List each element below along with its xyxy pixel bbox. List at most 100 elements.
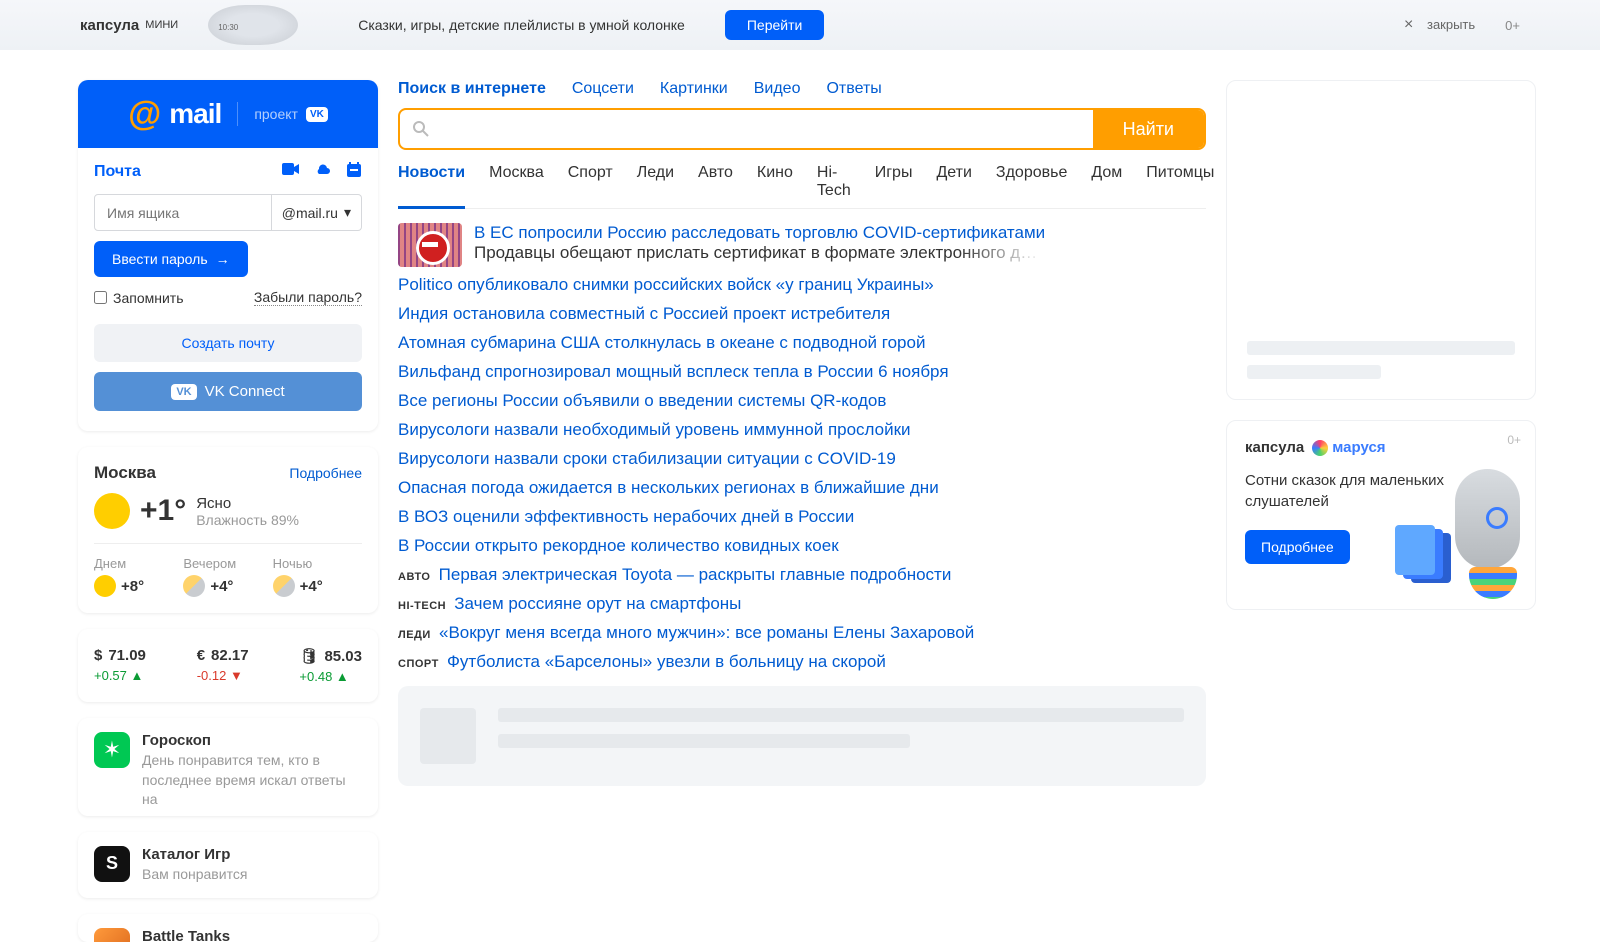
remember-checkbox-input[interactable] xyxy=(94,291,107,304)
tank-icon xyxy=(94,928,130,942)
remember-checkbox[interactable]: Запомнить xyxy=(94,290,184,306)
promo-button[interactable]: Подробнее xyxy=(1245,530,1350,564)
news-link[interactable]: В ВОЗ оценили эффективность нерабочих дн… xyxy=(398,507,1206,527)
news-link[interactable]: «Вокруг меня всегда много мужчин»: все р… xyxy=(439,623,974,642)
vk-connect-label: VK Connect xyxy=(205,383,285,400)
news-link[interactable]: Все регионы России объявили о введении с… xyxy=(398,391,1206,411)
horoscope-card[interactable]: ✶ Гороскоп День понравится тем, кто в по… xyxy=(78,718,378,816)
vk-badge-icon: VK xyxy=(306,107,328,122)
tab-video[interactable]: Видео xyxy=(754,80,801,98)
side-promo[interactable]: 0+ капсула маруся Сотни сказок для мален… xyxy=(1226,420,1536,610)
rate-eur: € 82.17 -0.12 ▼ xyxy=(197,647,249,684)
cloud-icon[interactable] xyxy=(314,162,332,182)
tab-kids[interactable]: Дети xyxy=(936,164,971,200)
tab-social[interactable]: Соцсети xyxy=(572,80,634,98)
books-icon xyxy=(1395,525,1435,575)
news-link[interactable]: Футболиста «Барселоны» увезли в больницу… xyxy=(447,652,886,671)
forecast-label: Вечером xyxy=(183,556,272,571)
news-link[interactable]: Вирусологи назвали сроки стабилизации си… xyxy=(398,449,1206,469)
forecast-label: Ночью xyxy=(273,556,362,571)
currency-rates[interactable]: $ 71.09 +0.57 ▲ € 82.17 -0.12 ▼ 🛢 85.03 … xyxy=(78,629,378,702)
tab-images[interactable]: Картинки xyxy=(660,80,728,98)
rate-value: 71.09 xyxy=(108,647,146,664)
tagged-news-row[interactable]: СПОРТ Футболиста «Барселоны» увезли в бо… xyxy=(398,652,1206,672)
tanks-title: Battle Tanks xyxy=(142,928,230,942)
username-input[interactable] xyxy=(94,194,272,231)
video-icon[interactable] xyxy=(282,162,300,182)
games-icon: S xyxy=(94,846,130,882)
tab-hitech[interactable]: Hi-Tech xyxy=(817,164,851,200)
tab-auto[interactable]: Авто xyxy=(698,164,733,200)
weather-temp: +1° xyxy=(140,494,186,528)
skeleton-line xyxy=(498,708,1184,722)
weather-widget[interactable]: Москва Подробнее +1° Ясно Влажность 89% … xyxy=(78,447,378,613)
tab-news[interactable]: Новости xyxy=(398,164,465,209)
arrow-right-icon: → xyxy=(216,251,230,267)
mail-logo-header[interactable]: @ mail проект VK xyxy=(78,80,378,148)
search-button[interactable]: Найти xyxy=(1093,110,1204,148)
news-link[interactable]: Атомная субмарина США столкнулась в океа… xyxy=(398,333,1206,353)
loading-skeleton xyxy=(398,686,1206,786)
battle-tanks-card[interactable]: Battle Tanks xyxy=(78,914,378,942)
news-tag: HI-TECH xyxy=(398,600,446,612)
news-link[interactable]: Индия остановила совместный с Россией пр… xyxy=(398,304,1206,324)
tagged-news-row[interactable]: АВТО Первая электрическая Toyota — раскр… xyxy=(398,565,1206,585)
news-link[interactable]: Вирусологи назвали необходимый уровень и… xyxy=(398,420,1206,440)
enter-password-button[interactable]: Ввести пароль → xyxy=(94,241,248,277)
tab-search-internet[interactable]: Поиск в интернете xyxy=(398,80,546,98)
mail-section-title[interactable]: Почта xyxy=(94,163,141,181)
games-catalog-card[interactable]: S Каталог Игр Вам понравится xyxy=(78,832,378,899)
vk-connect-button[interactable]: VK VK Connect xyxy=(94,372,362,411)
banner-close-button[interactable]: × закрыть xyxy=(1404,16,1475,34)
search-icon xyxy=(400,110,442,148)
project-label: проект xyxy=(254,106,298,122)
tab-pets[interactable]: Питомцы xyxy=(1146,164,1214,200)
separator xyxy=(237,102,238,126)
mail-header-icons xyxy=(282,162,362,182)
featured-news[interactable]: В ЕС попросили Россию расследовать торго… xyxy=(398,223,1206,267)
tab-answers[interactable]: Ответы xyxy=(826,80,881,98)
dollar-icon: $ xyxy=(94,647,102,664)
tab-home[interactable]: Дом xyxy=(1091,164,1122,200)
weather-humidity: Влажность 89% xyxy=(196,512,299,528)
domain-select[interactable]: @mail.ru ▾ xyxy=(272,194,362,231)
forecast-temp: +4° xyxy=(210,578,233,595)
tab-games[interactable]: Игры xyxy=(875,164,913,200)
sun-icon xyxy=(94,493,130,529)
news-link[interactable]: Вильфанд спрогнозировал мощный всплеск т… xyxy=(398,362,1206,382)
tab-moscow[interactable]: Москва xyxy=(489,164,544,200)
tab-lady[interactable]: Леди xyxy=(637,164,674,200)
tagged-news-row[interactable]: ЛЕДИ «Вокруг меня всегда много мужчин»: … xyxy=(398,623,1206,643)
mail-login-card: @ mail проект VK Почта xyxy=(78,80,378,431)
create-mail-button[interactable]: Создать почту xyxy=(94,324,362,362)
news-link[interactable]: Politico опубликовало снимки российских … xyxy=(398,275,1206,295)
featured-thumbnail xyxy=(398,223,462,267)
news-list: Politico опубликовало снимки российских … xyxy=(398,275,1206,672)
promo-brand2: маруся xyxy=(1312,439,1385,456)
search-input[interactable] xyxy=(442,110,1093,148)
tagged-news-row[interactable]: HI-TECH Зачем россияне орут на смартфоны xyxy=(398,594,1206,614)
tab-sport[interactable]: Спорт xyxy=(568,164,613,200)
tab-health[interactable]: Здоровье xyxy=(996,164,1067,200)
tab-cinema[interactable]: Кино xyxy=(757,164,793,200)
skeleton-image xyxy=(420,708,476,764)
featured-title: В ЕС попросили Россию расследовать торго… xyxy=(474,223,1045,243)
news-link[interactable]: В России открыто рекордное количество ко… xyxy=(398,536,1206,556)
news-link[interactable]: Опасная погода ожидается в нескольких ре… xyxy=(398,478,1206,498)
news-link[interactable]: Зачем россияне орут на смартфоны xyxy=(454,594,741,613)
news-tag: ЛЕДИ xyxy=(398,629,431,641)
sun-icon xyxy=(94,575,116,597)
chevron-down-icon: ▾ xyxy=(344,204,351,221)
news-link[interactable]: Первая электрическая Toyota — раскрыты г… xyxy=(439,565,952,584)
forgot-password-link[interactable]: Забыли пароль? xyxy=(254,289,362,306)
featured-subtitle: Продавцы обещают прислать сертификат в ф… xyxy=(474,243,1044,263)
weather-more-link[interactable]: Подробнее xyxy=(289,465,362,481)
promo-banner: капсула МИНИ Сказки, игры, детские плейл… xyxy=(0,0,1600,50)
news-tag: СПОРТ xyxy=(398,658,439,670)
banner-cta-button[interactable]: Перейти xyxy=(725,10,824,40)
at-icon: @ xyxy=(128,95,161,134)
forecast-label: Днем xyxy=(94,556,183,571)
weather-city: Москва xyxy=(94,463,156,483)
calendar-icon[interactable] xyxy=(346,162,362,182)
forecast-evening: Вечером +4° xyxy=(183,556,272,597)
